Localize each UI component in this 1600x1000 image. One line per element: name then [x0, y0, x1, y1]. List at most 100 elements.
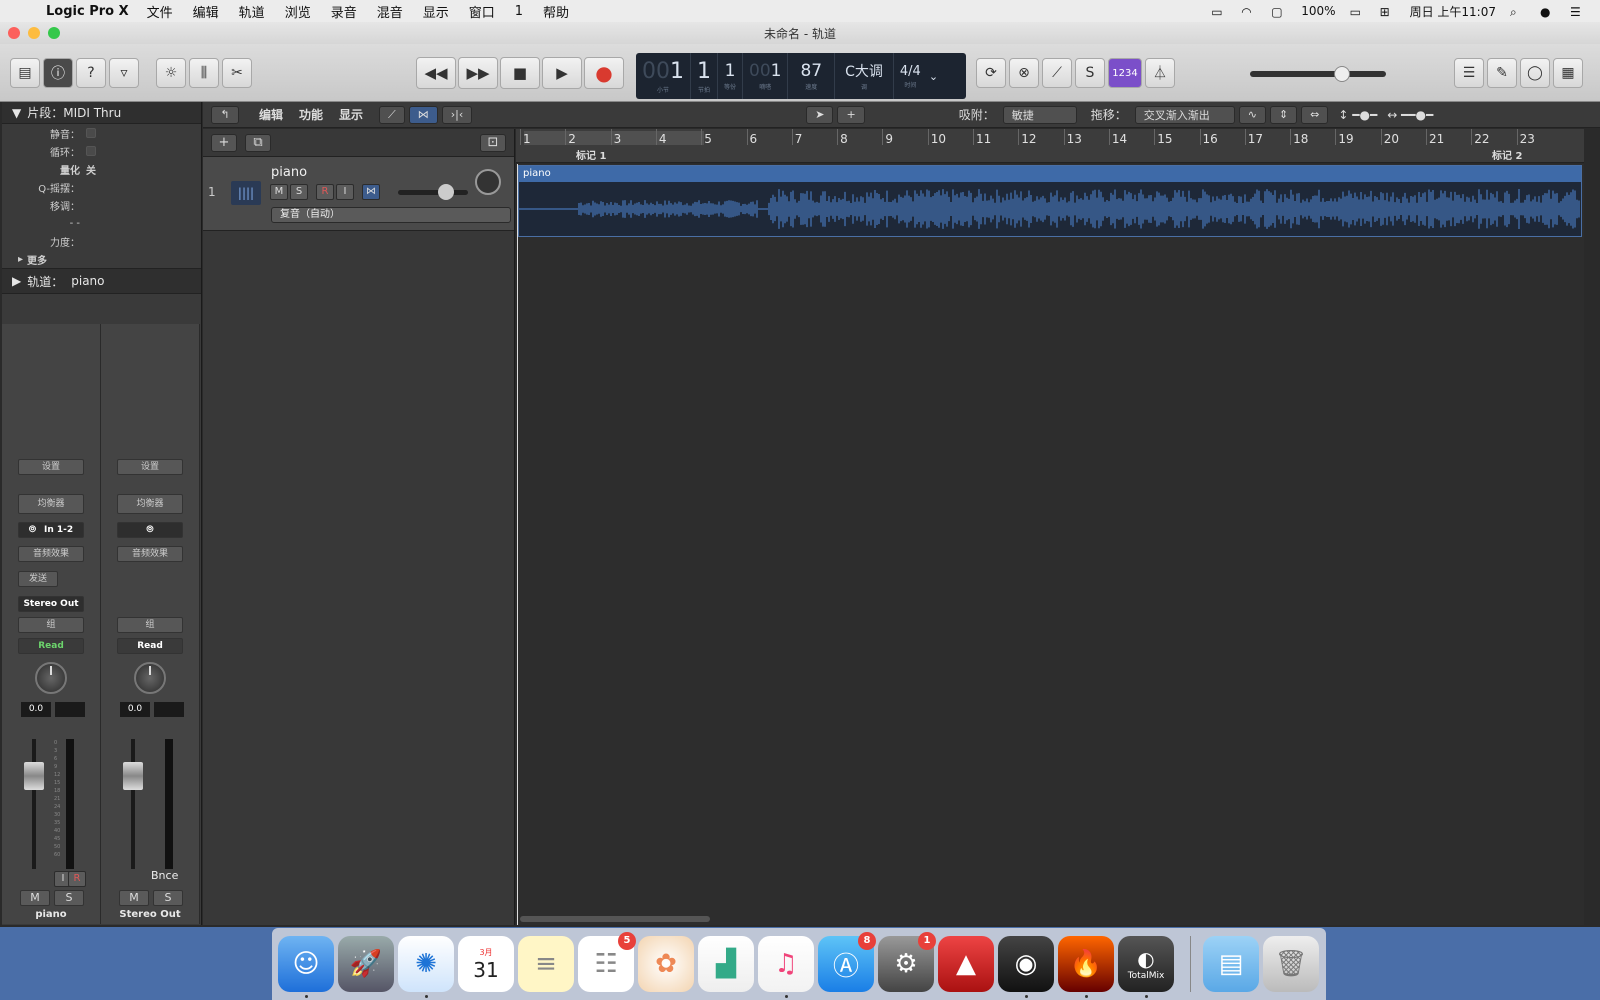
menu-window[interactable]: 窗口 [469, 2, 495, 21]
record-enable-button[interactable]: R [68, 871, 86, 887]
track-row[interactable]: 1 |||| piano M S R I ⋈ 复音（自动） [203, 157, 514, 231]
setting-button[interactable]: 设置 [18, 459, 84, 475]
safari-icon[interactable]: ✺ [398, 936, 454, 998]
add-track-button[interactable]: + [211, 133, 237, 152]
solo-button[interactable]: S [1075, 58, 1105, 88]
loop-checkbox[interactable] [86, 146, 96, 156]
pointer-tool-button[interactable]: ➤ [806, 105, 834, 124]
waveform-zoom-button[interactable]: ∿ [1238, 105, 1266, 124]
mute-button[interactable]: M [119, 890, 149, 906]
volume-fader-cap[interactable] [123, 762, 143, 790]
autopunch-button[interactable]: ⟋ [1042, 58, 1072, 88]
menu-view[interactable]: 显示 [423, 2, 449, 21]
minimize-window-button[interactable] [28, 27, 40, 39]
zoom-window-button[interactable] [48, 27, 60, 39]
track-volume-slider[interactable] [398, 184, 468, 200]
marker-2[interactable]: 标记 2 [1492, 147, 1522, 162]
volume-fader-track[interactable] [32, 739, 36, 869]
more-row[interactable]: ▸ 更多 [2, 250, 201, 268]
mute-button[interactable]: M [20, 890, 50, 906]
airplay-display-icon[interactable]: ▭ [1211, 5, 1227, 19]
automation-curve-button[interactable]: ⟋ [379, 105, 405, 124]
bar-ruler[interactable]: 1 2 3 4 5 6 7 8 9 10 11 12 13 14 15 16 17 18 19 20 21 22 23 标记… [516, 129, 1584, 163]
pan-knob[interactable] [134, 662, 166, 694]
menu-navigate[interactable]: 浏览 [285, 2, 311, 21]
lcd-display[interactable]: 001 小节 1 节拍 1 等份 001 嘀嗒 87 速度 C大调调 4/4 时间 ⌄ [636, 53, 966, 99]
solo-strip-button[interactable]: S [54, 890, 84, 906]
downloads-folder-icon[interactable]: ▤ [1203, 936, 1259, 992]
track-input-monitor-button[interactable]: I [336, 184, 354, 200]
autocad-icon[interactable]: ▲ [938, 936, 994, 992]
quantize-value[interactable]: 关 [86, 162, 96, 177]
toolbar-button[interactable]: ▿ [109, 58, 139, 88]
track-flex-button[interactable]: ⋈ [362, 184, 380, 200]
stop-button[interactable]: ■ [500, 57, 540, 89]
marker-1[interactable]: 标记 1 [576, 147, 606, 162]
back-button[interactable]: ↰ [211, 105, 239, 124]
track-record-button[interactable]: R [316, 184, 334, 200]
transpose-row[interactable]: 移调： [2, 196, 201, 214]
input-source-icon[interactable]: ⊞ [1380, 5, 1396, 19]
forward-button[interactable]: ▶▶ [458, 57, 498, 89]
view-menu[interactable]: 显示 [339, 106, 363, 123]
tracks-area[interactable]: piano [516, 164, 1584, 925]
group-slot[interactable]: 组 [18, 617, 84, 633]
volume-readout[interactable]: 0.0 [120, 702, 150, 717]
list-editors-button[interactable]: ☰ [1454, 58, 1484, 88]
app-menu[interactable]: Logic Pro X [46, 4, 129, 19]
count-in-button[interactable]: 1234 [1108, 58, 1142, 88]
library-button[interactable]: ▤ [10, 58, 40, 88]
catch-playhead-button[interactable]: ›|‹ [441, 105, 473, 124]
snap-select[interactable]: 敏捷 [1002, 105, 1077, 124]
rewind-button[interactable]: ◀◀ [416, 57, 456, 89]
region-inspector-header[interactable]: ▼ 片段：MIDI Thru [2, 102, 201, 124]
eq-button[interactable]: 均衡器 [18, 494, 84, 514]
menu-track[interactable]: 轨道 [239, 2, 265, 21]
notes-icon[interactable]: ≡ [518, 936, 574, 992]
menu-mix[interactable]: 混音 [377, 2, 403, 21]
menu-file[interactable]: 文件 [147, 2, 173, 21]
quantize-row[interactable]: 量化关 [2, 160, 201, 178]
strip-name-stereo-out[interactable]: Stereo Out [101, 909, 199, 920]
wifi-icon[interactable]: ◠ [1241, 5, 1257, 19]
menu-help[interactable]: 帮助 [543, 2, 569, 21]
clock[interactable]: 周日 上午11:07 [1410, 3, 1496, 20]
volume-fader-track[interactable] [131, 739, 135, 869]
track-mute-button[interactable]: M [270, 184, 288, 200]
editors-button[interactable]: ✂ [222, 58, 252, 88]
menu-edit[interactable]: 编辑 [193, 2, 219, 21]
metronome-button[interactable]: ⏃ [1145, 58, 1175, 88]
volume-fader-cap[interactable] [24, 762, 44, 790]
launchpad-icon[interactable]: 🚀 [338, 936, 394, 992]
browser-button[interactable]: ▦ [1553, 58, 1583, 88]
siri-icon[interactable]: ● [1540, 5, 1556, 19]
system-preferences-icon[interactable]: ⚙ 1 [878, 932, 936, 992]
loop-browser-button[interactable]: ◯ [1520, 58, 1550, 88]
app-store-icon[interactable]: Ⓐ 8 [818, 932, 876, 992]
itunes-icon[interactable]: ♫ [758, 936, 814, 998]
quick-help-button[interactable]: ? [76, 58, 106, 88]
track-inspector-header[interactable]: ▶ 轨道： piano [2, 268, 201, 294]
duplicate-track-button[interactable]: ⧉ [245, 133, 271, 152]
replace-button[interactable]: ⊗ [1009, 58, 1039, 88]
vertical-fit-button[interactable]: ⇕ [1269, 105, 1298, 124]
playhead[interactable] [517, 164, 518, 925]
notification-center-icon[interactable]: ☰ [1570, 5, 1586, 19]
close-window-button[interactable] [8, 27, 20, 39]
lcd-dropdown-icon[interactable]: ⌄ [927, 53, 940, 99]
spotlight-search-icon[interactable]: ⌕ [1510, 5, 1526, 19]
mixer-button[interactable]: ⫼ [189, 58, 219, 88]
input-slot[interactable]: ⦾ In 1-2 [18, 522, 84, 538]
calendar-icon[interactable]: 3月 31 [458, 936, 514, 992]
reminders-icon[interactable]: ☷ 5 [578, 932, 636, 992]
track-pan-knob[interactable] [475, 169, 501, 195]
group-slot[interactable]: 组 [117, 617, 183, 633]
smart-controls-button[interactable]: ☼ [156, 58, 186, 88]
automation-mode[interactable]: Read [117, 638, 183, 654]
bounce-button[interactable]: Bnce [151, 869, 178, 882]
pan-knob[interactable] [35, 662, 67, 694]
functions-menu[interactable]: 功能 [299, 106, 323, 123]
play-button[interactable]: ▶ [542, 57, 582, 89]
track-solo-button[interactable]: S [290, 184, 308, 200]
finder-icon[interactable]: ☺ [278, 936, 334, 998]
